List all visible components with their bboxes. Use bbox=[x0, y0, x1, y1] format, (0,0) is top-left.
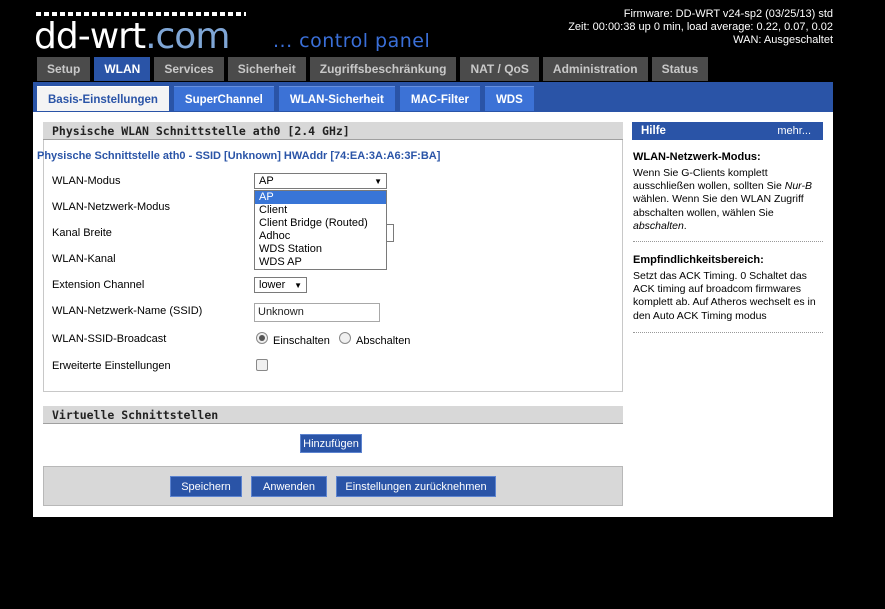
tab-status[interactable]: Status bbox=[651, 57, 709, 81]
router-info: Firmware: DD-WRT v24-sp2 (03/25/13) std … bbox=[568, 8, 833, 47]
ext-channel-select[interactable]: lower ▼ bbox=[254, 277, 307, 293]
broadcast-off-radio[interactable] bbox=[339, 332, 351, 344]
help-divider bbox=[633, 241, 823, 242]
tab-zugriffsbeschraenkung[interactable]: Zugriffsbeschränkung bbox=[309, 57, 457, 81]
help-text-net-mode: Wenn Sie G-Clients komplett ausschließen… bbox=[633, 167, 812, 232]
label-wlan-mode: WLAN-Modus bbox=[52, 175, 121, 187]
help-more-link[interactable]: mehr... bbox=[777, 122, 811, 140]
label-channel-width: Kanal Breite bbox=[52, 227, 112, 239]
tab-services[interactable]: Services bbox=[154, 57, 224, 81]
tab-nat-qos[interactable]: NAT / QoS bbox=[460, 57, 539, 81]
subtab-wlan-sicherheit[interactable]: WLAN-Sicherheit bbox=[278, 86, 395, 111]
option-ap[interactable]: AP bbox=[255, 191, 386, 204]
label-ext-channel: Extension Channel bbox=[52, 279, 145, 291]
tab-administration[interactable]: Administration bbox=[542, 57, 648, 81]
advanced-settings-checkbox[interactable] bbox=[256, 359, 268, 371]
subtab-basis-einstellungen[interactable]: Basis-Einstellungen bbox=[37, 86, 169, 111]
tab-sicherheit[interactable]: Sicherheit bbox=[227, 57, 306, 81]
wlan-mode-select[interactable]: AP ▼ bbox=[254, 173, 387, 189]
header: dd-wrt.com ... control panel Firmware: D… bbox=[0, 0, 885, 58]
wlan-mode-value: AP bbox=[259, 175, 274, 187]
help-header: Hilfe mehr... bbox=[632, 122, 823, 140]
label-ssid: WLAN-Netzwerk-Name (SSID) bbox=[52, 305, 203, 317]
apply-button[interactable]: Anwenden bbox=[251, 476, 327, 497]
broadcast-on-radio[interactable] bbox=[256, 332, 268, 344]
logo-suffix: .com bbox=[145, 16, 230, 57]
reset-button[interactable]: Einstellungen zurücknehmen bbox=[336, 476, 496, 497]
tab-wlan[interactable]: WLAN bbox=[94, 57, 151, 81]
help-heading-net-mode: WLAN-Netzwerk-Modus: bbox=[633, 151, 761, 163]
main-tabs: Setup WLAN Services Sicherheit Zugriffsb… bbox=[37, 57, 712, 82]
tab-setup[interactable]: Setup bbox=[37, 57, 91, 81]
broadcast-on-label: Einschalten bbox=[273, 335, 330, 347]
subtab-wds[interactable]: WDS bbox=[484, 86, 534, 111]
help-text-sensitivity: Setzt das ACK Timing. 0 Schaltet das ACK… bbox=[633, 270, 816, 322]
help-title: Hilfe bbox=[641, 125, 666, 137]
option-wds-station[interactable]: WDS Station bbox=[255, 243, 386, 256]
label-net-mode: WLAN-Netzwerk-Modus bbox=[52, 201, 170, 213]
button-bar bbox=[43, 466, 623, 506]
chevron-down-icon: ▼ bbox=[294, 281, 302, 290]
firmware-version: Firmware: DD-WRT v24-sp2 (03/25/13) std bbox=[623, 8, 833, 20]
ssid-input[interactable]: Unknown bbox=[254, 303, 380, 322]
label-ssid-broadcast: WLAN-SSID-Broadcast bbox=[52, 333, 167, 345]
interface-legend: Physische Schnittstelle ath0 - SSID [Unk… bbox=[37, 150, 441, 162]
option-client-bridge[interactable]: Client Bridge (Routed) bbox=[255, 217, 386, 230]
option-wds-ap[interactable]: WDS AP bbox=[255, 256, 386, 269]
subtab-mac-filter[interactable]: MAC-Filter bbox=[399, 86, 480, 111]
sub-tabs: Basis-Einstellungen SuperChannel WLAN-Si… bbox=[37, 86, 539, 111]
option-client[interactable]: Client bbox=[255, 204, 386, 217]
section-title-physical: Physische WLAN Schnittstelle ath0 [2.4 G… bbox=[43, 122, 623, 140]
tagline: ... control panel bbox=[273, 30, 431, 52]
help-divider bbox=[633, 332, 823, 333]
save-button[interactable]: Speichern bbox=[170, 476, 242, 497]
add-interface-button[interactable]: Hinzufügen bbox=[300, 434, 362, 453]
chevron-down-icon: ▼ bbox=[374, 177, 382, 186]
wan-status: WAN: Ausgeschaltet bbox=[733, 34, 833, 46]
label-advanced: Erweiterte Einstellungen bbox=[52, 360, 171, 372]
uptime: Zeit: 00:00:38 up 0 min, load average: 0… bbox=[568, 21, 833, 33]
ext-channel-value: lower bbox=[259, 279, 286, 291]
help-heading-sensitivity: Empfindlichkeitsbereich: bbox=[633, 254, 764, 266]
subtab-superchannel[interactable]: SuperChannel bbox=[173, 86, 274, 111]
option-adhoc[interactable]: Adhoc bbox=[255, 230, 386, 243]
section-title-virtual: Virtuelle Schnittstellen bbox=[43, 406, 623, 424]
broadcast-off-label: Abschalten bbox=[356, 335, 411, 347]
logo-text: dd-wrt bbox=[34, 16, 146, 57]
wlan-mode-dropdown: AP Client Client Bridge (Routed) Adhoc W… bbox=[254, 190, 387, 270]
label-channel: WLAN-Kanal bbox=[52, 253, 116, 265]
